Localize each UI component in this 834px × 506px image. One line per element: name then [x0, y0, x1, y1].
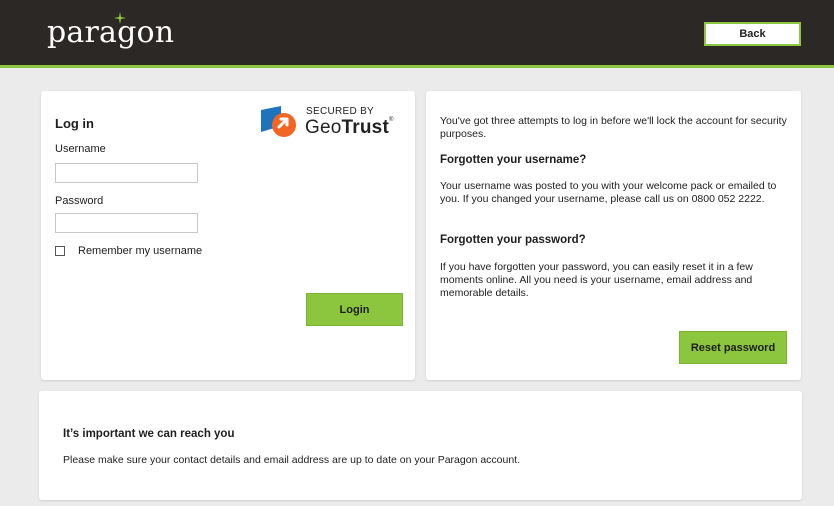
seal-brand-text: GeoTrust® — [305, 117, 394, 139]
remember-username-checkbox[interactable] — [55, 246, 65, 256]
forgot-password-heading: Forgotten your password? — [440, 234, 586, 246]
paragon-logo[interactable]: paragon — [47, 16, 174, 50]
geotrust-logo-icon — [261, 106, 296, 137]
login-title: Log in — [55, 116, 94, 131]
login-card: Log in SECURED BY GeoTrust® Username Pas… — [41, 91, 415, 380]
contact-reminder-card: It’s important we can reach you Please m… — [39, 391, 802, 500]
attempts-info-text: You've got three attempts to log in befo… — [440, 115, 787, 140]
forgot-username-text: Your username was posted to you with you… — [440, 180, 777, 205]
login-button[interactable]: Login — [306, 293, 403, 326]
password-input[interactable] — [55, 213, 198, 233]
seal-brand-trust: Trust — [341, 117, 389, 138]
reset-password-button[interactable]: Reset password — [679, 331, 787, 364]
password-label: Password — [55, 195, 104, 207]
forgot-password-text: If you have forgotten your password, you… — [440, 261, 753, 299]
site-header: paragon Back — [0, 0, 834, 68]
username-label: Username — [55, 143, 106, 155]
username-input[interactable] — [55, 163, 198, 183]
logo-star-icon — [114, 12, 126, 24]
seal-trademark: ® — [388, 117, 394, 123]
forgot-username-heading: Forgotten your username? — [440, 154, 587, 166]
remember-username-label[interactable]: Remember my username — [78, 245, 202, 257]
geotrust-seal[interactable]: SECURED BY GeoTrust® — [259, 103, 405, 143]
help-card: You've got three attempts to log in befo… — [426, 91, 801, 380]
contact-reminder-text: Please make sure your contact details an… — [63, 454, 521, 466]
seal-brand-geo: Geo — [305, 117, 342, 138]
seal-secured-by-text: SECURED BY — [306, 106, 375, 117]
back-button[interactable]: Back — [704, 22, 801, 46]
contact-reminder-title: It’s important we can reach you — [63, 428, 235, 440]
